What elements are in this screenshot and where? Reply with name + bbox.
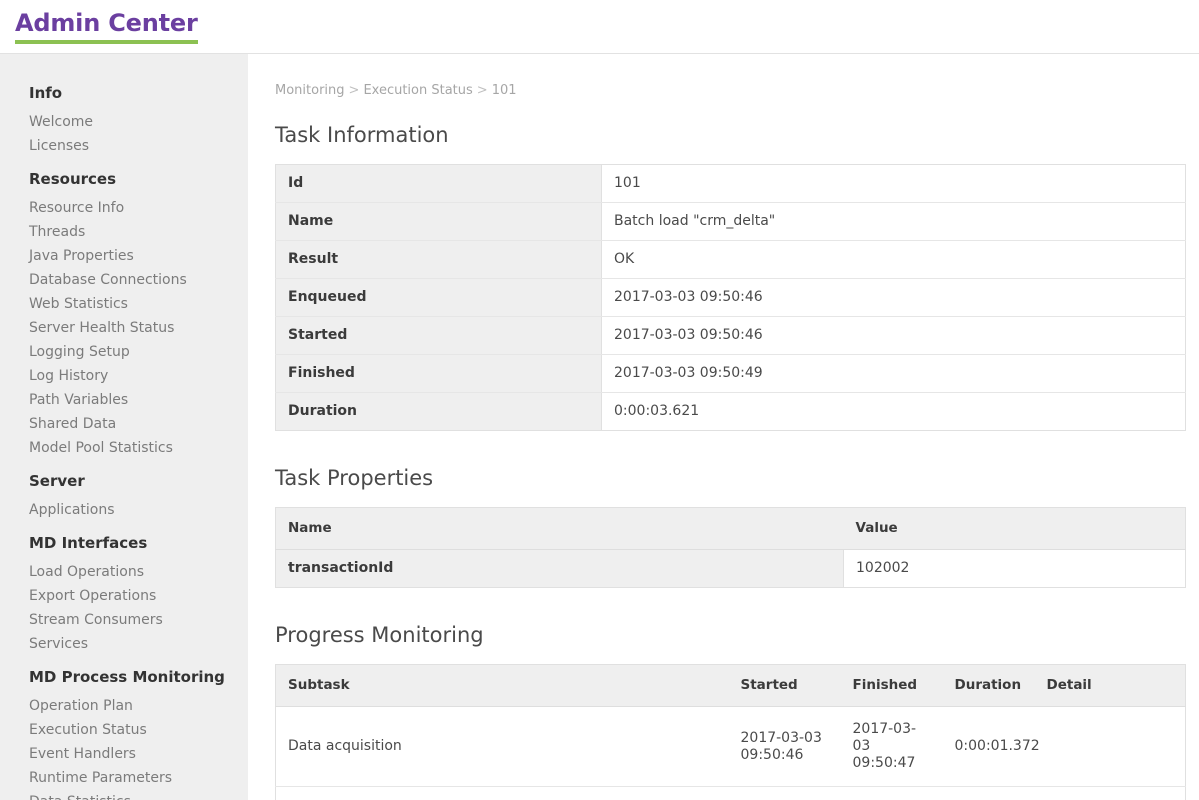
progress-monitoring-table: Subtask Started Finished Duration Detail… (275, 664, 1186, 800)
subtask-finished-date: 2017-03-03 (853, 721, 931, 755)
table-row: Id101 (276, 165, 1186, 203)
sidebar-item-execution-status[interactable]: Execution Status (0, 718, 248, 742)
table-row: NameBatch load "crm_delta" (276, 203, 1186, 241)
sidebar-item-server-health-status[interactable]: Server Health Status (0, 316, 248, 340)
app-title[interactable]: Admin Center (15, 8, 198, 44)
subtask-name: Data acquisition (276, 707, 729, 787)
field-value: Batch load "crm_delta" (602, 203, 1186, 241)
sidebar-item-threads[interactable]: Threads (0, 220, 248, 244)
subtask-started-time: 09:50:46 (741, 747, 829, 764)
sidebar-item-model-pool-statistics[interactable]: Model Pool Statistics (0, 436, 248, 460)
table-row: transactionId102002 (276, 550, 1186, 588)
page-shell: InfoWelcomeLicenses ResourcesResource Inf… (0, 54, 1199, 800)
sidebar-item-services[interactable]: Services (0, 632, 248, 656)
sidebar-item-log-history[interactable]: Log History (0, 364, 248, 388)
table-row: Finished2017-03-03 09:50:49 (276, 355, 1186, 393)
sidebar-item-welcome[interactable]: Welcome (0, 110, 248, 134)
sidebar-item-shared-data[interactable]: Shared Data (0, 412, 248, 436)
table-row: Data acquisition2017-03-0309:50:462017-0… (276, 707, 1186, 787)
field-value: 0:00:03.621 (602, 393, 1186, 431)
subtask-finished: 2017-03-0309:50:47 (841, 707, 943, 787)
table-row: ResultOK (276, 241, 1186, 279)
breadcrumb-item-101[interactable]: 101 (492, 83, 517, 98)
sidebar-group-heading: MD Interfaces (0, 532, 248, 560)
sidebar-item-logging-setup[interactable]: Logging Setup (0, 340, 248, 364)
sidebar-item-runtime-parameters[interactable]: Runtime Parameters (0, 766, 248, 790)
sidebar-group-resources: ResourcesResource InfoThreadsJava Proper… (0, 168, 248, 460)
column-header-started[interactable]: Started (729, 665, 841, 707)
table-row: Change detection2017-03-0309:50:472017-0… (276, 787, 1186, 800)
field-label: Name (276, 203, 602, 241)
subtask-duration: 0:00:01.372 (943, 707, 1035, 787)
field-label: Started (276, 317, 602, 355)
subtask-detail (1035, 787, 1186, 800)
task-information-table: Id101NameBatch load "crm_delta"ResultOKE… (275, 164, 1186, 431)
sidebar-item-data-statistics[interactable]: Data Statistics (0, 790, 248, 800)
field-value: 2017-03-03 09:50:46 (602, 317, 1186, 355)
field-value: 2017-03-03 09:50:49 (602, 355, 1186, 393)
field-value: OK (602, 241, 1186, 279)
column-header-finished[interactable]: Finished (841, 665, 943, 707)
sidebar-group-heading: Server (0, 470, 248, 498)
subtask-finished: 2017-03-0309:50:48 (841, 787, 943, 800)
field-value: 101 (602, 165, 1186, 203)
subtask-finished-time: 09:50:47 (853, 755, 931, 772)
sidebar-group-md-process-monitoring: MD Process MonitoringOperation PlanExecu… (0, 666, 248, 800)
subtask-started: 2017-03-0309:50:47 (729, 787, 841, 800)
progress-monitoring-heading: Progress Monitoring (275, 622, 1188, 648)
sidebar-item-path-variables[interactable]: Path Variables (0, 388, 248, 412)
task-properties-table: Name Value transactionId102002 (275, 507, 1186, 588)
top-header-bar: Admin Center (0, 0, 1199, 54)
field-label: Duration (276, 393, 602, 431)
breadcrumb: Monitoring>Execution Status>101 (275, 82, 1188, 100)
sidebar-item-applications[interactable]: Applications (0, 498, 248, 522)
breadcrumb-separator: > (477, 83, 488, 98)
column-header-subtask[interactable]: Subtask (276, 665, 729, 707)
property-name: transactionId (276, 550, 844, 588)
field-label: Enqueued (276, 279, 602, 317)
sidebar-item-event-handlers[interactable]: Event Handlers (0, 742, 248, 766)
sidebar-item-load-operations[interactable]: Load Operations (0, 560, 248, 584)
table-header-row: Name Value (276, 508, 1186, 550)
sidebar-group-heading: Info (0, 82, 248, 110)
subtask-duration: 0:00:00.478 (943, 787, 1035, 800)
field-label: Id (276, 165, 602, 203)
sidebar-item-licenses[interactable]: Licenses (0, 134, 248, 158)
table-row: Duration0:00:03.621 (276, 393, 1186, 431)
sidebar-item-resource-info[interactable]: Resource Info (0, 196, 248, 220)
sidebar-item-operation-plan[interactable]: Operation Plan (0, 694, 248, 718)
sidebar-item-java-properties[interactable]: Java Properties (0, 244, 248, 268)
field-label: Finished (276, 355, 602, 393)
column-header-detail[interactable]: Detail (1035, 665, 1186, 707)
sidebar-group-info: InfoWelcomeLicenses (0, 82, 248, 158)
subtask-name: Change detection (276, 787, 729, 800)
table-row: Enqueued2017-03-03 09:50:46 (276, 279, 1186, 317)
field-label: Result (276, 241, 602, 279)
sidebar-navigation: InfoWelcomeLicenses ResourcesResource Inf… (0, 54, 248, 800)
column-header-value[interactable]: Value (844, 508, 1186, 550)
column-header-duration[interactable]: Duration (943, 665, 1035, 707)
sidebar-group-heading: MD Process Monitoring (0, 666, 248, 694)
sidebar-item-export-operations[interactable]: Export Operations (0, 584, 248, 608)
sidebar-group-server: ServerApplications (0, 470, 248, 522)
breadcrumb-separator: > (349, 83, 360, 98)
table-header-row: Subtask Started Finished Duration Detail (276, 665, 1186, 707)
sidebar-group-md-interfaces: MD InterfacesLoad OperationsExport Opera… (0, 532, 248, 656)
sidebar-item-stream-consumers[interactable]: Stream Consumers (0, 608, 248, 632)
main-content: Monitoring>Execution Status>101 Task Inf… (248, 54, 1199, 800)
column-header-name[interactable]: Name (276, 508, 844, 550)
subtask-detail (1035, 707, 1186, 787)
task-information-heading: Task Information (275, 122, 1188, 148)
field-value: 2017-03-03 09:50:46 (602, 279, 1186, 317)
property-value: 102002 (844, 550, 1186, 588)
sidebar-item-database-connections[interactable]: Database Connections (0, 268, 248, 292)
subtask-started-date: 2017-03-03 (741, 730, 829, 747)
table-row: Started2017-03-03 09:50:46 (276, 317, 1186, 355)
sidebar-group-heading: Resources (0, 168, 248, 196)
breadcrumb-item-monitoring[interactable]: Monitoring (275, 83, 345, 98)
breadcrumb-item-execution-status[interactable]: Execution Status (363, 83, 472, 98)
sidebar-item-web-statistics[interactable]: Web Statistics (0, 292, 248, 316)
task-properties-heading: Task Properties (275, 465, 1188, 491)
subtask-started: 2017-03-0309:50:46 (729, 707, 841, 787)
